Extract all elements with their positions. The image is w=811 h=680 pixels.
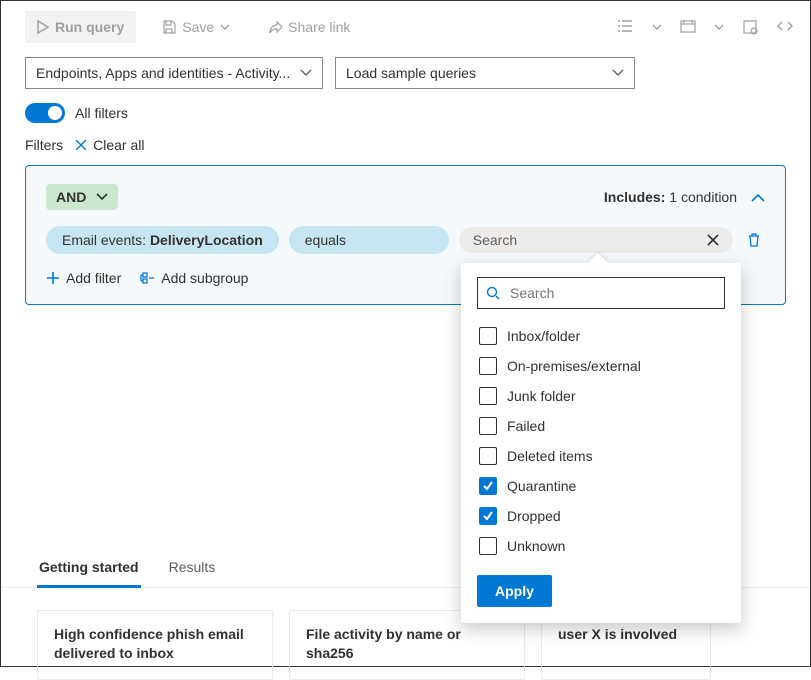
checkbox[interactable] — [479, 387, 497, 405]
option-label: Failed — [507, 418, 545, 434]
share-link-button[interactable]: Share link — [256, 11, 362, 43]
filter-group-header: AND Includes: 1 condition — [46, 184, 765, 210]
checkbox[interactable] — [479, 327, 497, 345]
share-label: Share link — [288, 19, 350, 35]
option-label: Inbox/folder — [507, 328, 580, 344]
subgroup-icon — [139, 271, 155, 285]
save-label: Save — [182, 19, 214, 35]
close-icon — [75, 139, 87, 151]
save-button[interactable]: Save — [150, 11, 242, 43]
popover-option[interactable]: Deleted items — [477, 441, 725, 471]
add-filter-label: Add filter — [66, 270, 121, 286]
popover-search-input[interactable] — [508, 284, 716, 302]
checkbox[interactable] — [479, 507, 497, 525]
all-filters-toggle[interactable] — [25, 103, 65, 123]
value-search-pill[interactable]: Search — [459, 227, 733, 253]
tab-label: Getting started — [39, 559, 139, 575]
option-label: Unknown — [507, 538, 565, 554]
plus-icon — [46, 271, 60, 285]
apply-button[interactable]: Apply — [477, 575, 552, 607]
sample-queries-label: Load sample queries — [346, 65, 476, 81]
list-view-icon[interactable] — [616, 19, 634, 35]
popover-option[interactable]: Unknown — [477, 531, 725, 561]
run-query-label: Run query — [55, 19, 124, 35]
clear-value-icon[interactable] — [707, 234, 719, 246]
all-filters-label: All filters — [75, 105, 128, 121]
includes-count: 1 condition — [669, 189, 737, 205]
chevron-down-icon — [612, 69, 624, 77]
chevron-down-icon[interactable] — [652, 24, 662, 30]
popover-option[interactable]: Dropped — [477, 501, 725, 531]
tab-label: Results — [169, 559, 216, 575]
logic-operator-select[interactable]: AND — [46, 184, 118, 210]
checkbox[interactable] — [479, 477, 497, 495]
add-subgroup-button[interactable]: Add subgroup — [139, 270, 248, 286]
share-icon — [268, 20, 282, 34]
toolbar-right — [616, 19, 794, 35]
logic-operator-label: AND — [56, 189, 86, 205]
checkbox[interactable] — [479, 357, 497, 375]
card-title: High confidence phish email delivered to… — [54, 626, 244, 661]
clear-all-label: Clear all — [93, 137, 144, 153]
search-icon — [486, 286, 500, 300]
value-placeholder: Search — [473, 232, 517, 248]
option-label: On-premises/external — [507, 358, 641, 374]
condition-summary: Includes: 1 condition — [604, 189, 765, 205]
code-icon[interactable] — [776, 19, 794, 35]
chevron-down-icon — [300, 69, 312, 77]
field-pill[interactable]: Email events: DeliveryLocation — [46, 226, 279, 254]
add-subgroup-label: Add subgroup — [161, 270, 248, 286]
popover-option[interactable]: Failed — [477, 411, 725, 441]
checkbox[interactable] — [479, 417, 497, 435]
schema-icon[interactable] — [742, 19, 758, 35]
popover-option[interactable]: On-premises/external — [477, 351, 725, 381]
checkbox[interactable] — [479, 537, 497, 555]
chevron-down-icon — [220, 24, 230, 30]
scope-select[interactable]: Endpoints, Apps and identities - Activit… — [25, 57, 323, 89]
chevron-down-icon — [96, 193, 108, 201]
top-toolbar: Run query Save Share link — [1, 1, 810, 53]
value-picker-popover: Inbox/folder On-premises/external Junk fol… — [461, 263, 741, 623]
field-prefix: Email events: — [62, 232, 146, 248]
apply-label: Apply — [495, 583, 534, 599]
tab-results[interactable]: Results — [167, 549, 218, 587]
sample-card[interactable]: High confidence phish email delivered to… — [37, 610, 273, 680]
filters-title: Filters — [25, 137, 63, 153]
popover-options: Inbox/folder On-premises/external Junk fol… — [477, 321, 725, 561]
option-label: Quarantine — [507, 478, 576, 494]
chevron-down-icon[interactable] — [714, 24, 724, 30]
condition-row: Email events: DeliveryLocation equals Se… — [46, 226, 765, 254]
option-label: Deleted items — [507, 448, 593, 464]
option-label: Dropped — [507, 508, 561, 524]
operator-pill[interactable]: equals — [289, 226, 449, 254]
option-label: Junk folder — [507, 388, 575, 404]
popover-option[interactable]: Inbox/folder — [477, 321, 725, 351]
add-filter-button[interactable]: Add filter — [46, 270, 121, 286]
tab-getting-started[interactable]: Getting started — [37, 549, 141, 588]
includes-prefix: Includes: — [604, 189, 665, 205]
popover-search[interactable] — [477, 277, 725, 309]
field-value: DeliveryLocation — [150, 232, 263, 248]
popover-option[interactable]: Junk folder — [477, 381, 725, 411]
card-title: File activity by name or sha256 — [306, 626, 461, 661]
collapse-icon[interactable] — [751, 193, 765, 202]
run-query-button[interactable]: Run query — [25, 11, 136, 43]
save-icon — [162, 20, 176, 34]
sample-queries-select[interactable]: Load sample queries — [335, 57, 635, 89]
clear-all-button[interactable]: Clear all — [75, 137, 144, 153]
delete-condition-button[interactable] — [743, 232, 765, 248]
operator-label: equals — [305, 232, 346, 248]
checkbox[interactable] — [479, 447, 497, 465]
popover-option[interactable]: Quarantine — [477, 471, 725, 501]
card-title: user X is involved — [558, 626, 677, 642]
scope-label: Endpoints, Apps and identities - Activit… — [36, 65, 290, 81]
all-filters-row: All filters — [1, 99, 810, 137]
filters-header: Filters Clear all — [1, 137, 810, 165]
play-icon — [37, 20, 49, 34]
scope-row: Endpoints, Apps and identities - Activit… — [1, 53, 810, 99]
calendar-icon[interactable] — [680, 19, 696, 35]
